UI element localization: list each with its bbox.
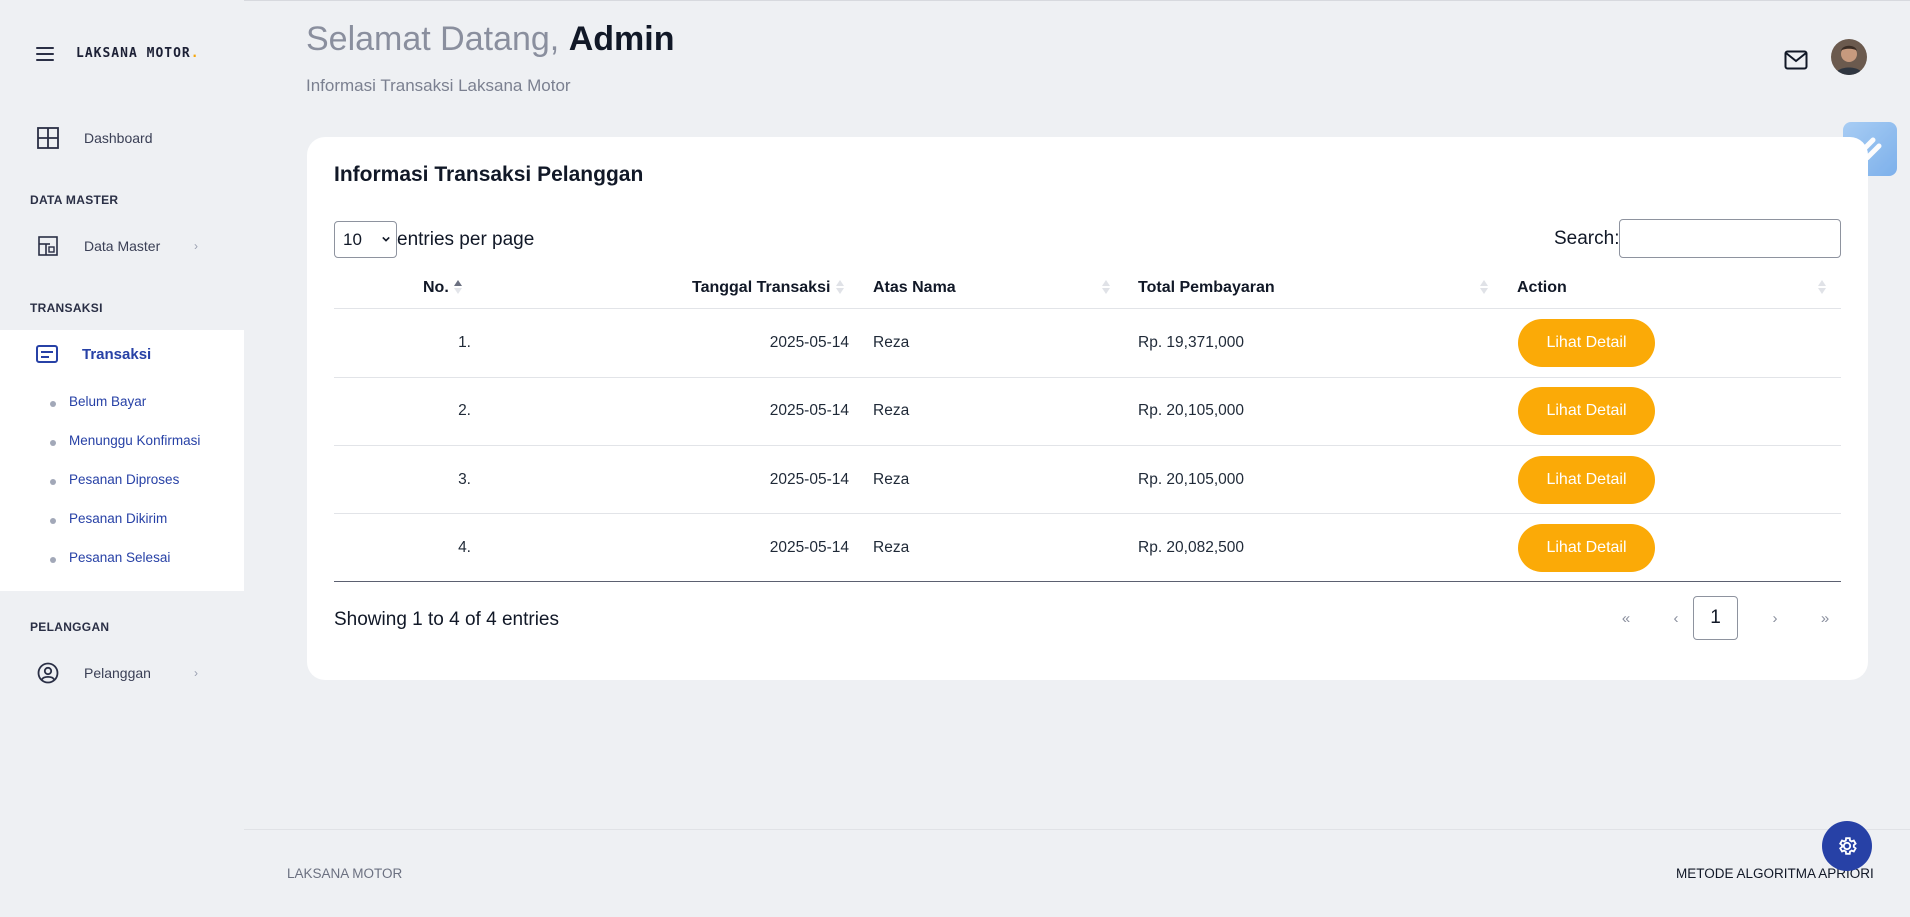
page-greeting: Selamat Datang, Admin	[306, 20, 675, 59]
bullet-icon	[50, 440, 56, 446]
brand-row: LAKSANA MOTOR.	[36, 46, 200, 61]
chevron-down-icon	[382, 236, 390, 242]
section-title-transaksi: TRANSAKSI	[30, 301, 103, 315]
greeting-user: Admin	[568, 20, 675, 58]
section-title-data-master: DATA MASTER	[30, 193, 119, 207]
submenu-label: Belum Bayar	[69, 394, 147, 409]
sidebar-item-label: Dashboard	[84, 130, 153, 146]
cell-name: Reza	[873, 402, 910, 419]
top-edge	[0, 0, 1910, 1]
sidebar-item-data-master[interactable]: Data Master ›	[36, 234, 198, 258]
pager-first-button[interactable]: «	[1611, 596, 1641, 640]
cell-no: 1.	[458, 334, 471, 351]
chevron-right-icon: ›	[194, 666, 198, 680]
page-subtitle: Informasi Transaksi Laksana Motor	[306, 76, 571, 95]
avatar[interactable]	[1831, 39, 1867, 75]
submenu-item-belum-bayar[interactable]: Belum Bayar	[50, 392, 200, 431]
footer-divider	[244, 829, 1910, 830]
search-label: Search:	[1554, 228, 1620, 249]
bullet-icon	[50, 557, 56, 563]
row-divider	[334, 377, 1841, 378]
cell-total: Rp. 20,105,000	[1138, 402, 1245, 419]
sidebar: LAKSANA MOTOR. Dashboard DATA MASTER Dat…	[0, 0, 244, 917]
cell-no: 2.	[458, 402, 471, 419]
card-title: Informasi Transaksi Pelanggan	[334, 163, 644, 186]
header-divider	[334, 308, 1841, 309]
submenu-label: Pesanan Diproses	[69, 472, 180, 487]
gear-icon	[1839, 837, 1857, 855]
submenu-label: Pesanan Selesai	[69, 550, 171, 565]
sidebar-item-label: Pelanggan	[84, 665, 151, 681]
pager-current-page[interactable]: 1	[1693, 596, 1738, 640]
sidebar-item-pelanggan[interactable]: Pelanggan ›	[36, 661, 198, 685]
pager-next-button[interactable]: ›	[1760, 596, 1790, 640]
submenu-item-pesanan-diproses[interactable]: Pesanan Diproses	[50, 470, 200, 509]
sidebar-item-label: Transaksi	[82, 345, 152, 363]
lihat-detail-button[interactable]: Lihat Detail	[1518, 524, 1655, 572]
layout-icon	[36, 234, 60, 258]
lihat-detail-button[interactable]: Lihat Detail	[1518, 387, 1655, 435]
hamburger-menu-icon[interactable]	[36, 46, 54, 61]
cell-name: Reza	[873, 471, 910, 488]
submenu-item-menunggu-konfirmasi[interactable]: Menunggu Konfirmasi	[50, 431, 200, 470]
settings-gear-button[interactable]	[1822, 821, 1872, 871]
cell-date: 2025-05-14	[769, 539, 849, 556]
cell-date: 2025-05-14	[769, 402, 849, 419]
footer-brand: LAKSANA MOTOR	[287, 866, 403, 881]
document-list-icon	[36, 345, 58, 363]
column-header-tanggal[interactable]: Tanggal Transaksi	[692, 279, 830, 297]
entries-per-page-select[interactable]: 10	[334, 221, 397, 258]
cell-total: Rp. 19,371,000	[1138, 334, 1245, 351]
user-circle-icon	[36, 661, 60, 685]
greeting-text: Selamat Datang,	[306, 20, 560, 58]
sort-icon[interactable]	[1479, 278, 1489, 296]
cell-name: Reza	[873, 334, 910, 351]
transactions-card: Informasi Transaksi Pelanggan 10 entries…	[307, 137, 1868, 680]
brand-dot: .	[190, 46, 200, 61]
cell-total: Rp. 20,082,500	[1138, 539, 1245, 556]
cell-total: Rp. 20,105,000	[1138, 471, 1245, 488]
column-header-total[interactable]: Total Pembayaran	[1138, 279, 1275, 297]
column-header-action[interactable]: Action	[1517, 279, 1567, 297]
chevron-right-icon: ›	[194, 239, 198, 253]
cell-name: Reza	[873, 539, 910, 556]
showing-entries-info: Showing 1 to 4 of 4 entries	[334, 609, 559, 630]
cell-no: 4.	[458, 539, 471, 556]
submenu-label: Pesanan Dikirim	[69, 511, 168, 526]
entries-value: 10	[343, 229, 362, 249]
section-title-pelanggan: PELANGGAN	[30, 620, 110, 634]
sort-icon[interactable]	[1101, 278, 1111, 296]
row-divider	[334, 513, 1841, 514]
column-header-no[interactable]: No.	[423, 279, 449, 297]
bullet-icon	[50, 479, 56, 485]
bullet-icon	[50, 401, 56, 407]
lihat-detail-button[interactable]: Lihat Detail	[1518, 319, 1655, 367]
sidebar-item-label: Data Master	[84, 238, 161, 254]
sort-icon[interactable]	[835, 278, 845, 296]
brand-name: LAKSANA MOTOR	[76, 46, 191, 61]
search-input[interactable]	[1619, 219, 1841, 258]
cell-date: 2025-05-14	[769, 471, 849, 488]
sidebar-item-transaksi[interactable]: Transaksi	[0, 330, 244, 378]
sidebar-item-dashboard[interactable]: Dashboard	[36, 126, 153, 150]
submenu-item-pesanan-dikirim[interactable]: Pesanan Dikirim	[50, 509, 200, 548]
column-header-atas-nama[interactable]: Atas Nama	[873, 279, 956, 297]
sort-asc-icon[interactable]	[453, 278, 463, 296]
pager-last-button[interactable]: »	[1810, 596, 1840, 640]
mail-icon[interactable]	[1784, 50, 1808, 70]
dashboard-grid-icon	[36, 126, 60, 150]
submenu-item-pesanan-selesai[interactable]: Pesanan Selesai	[50, 548, 200, 587]
transaksi-submenu: Belum Bayar Menunggu Konfirmasi Pesanan …	[50, 392, 200, 587]
entries-label: entries per page	[397, 229, 535, 250]
row-divider	[334, 445, 1841, 446]
sort-icon[interactable]	[1817, 278, 1827, 296]
lihat-detail-button[interactable]: Lihat Detail	[1518, 456, 1655, 504]
submenu-label: Menunggu Konfirmasi	[69, 433, 201, 448]
cell-no: 3.	[458, 471, 471, 488]
pager-prev-button[interactable]: ‹	[1661, 596, 1691, 640]
bullet-icon	[50, 518, 56, 524]
brand-logo[interactable]: LAKSANA MOTOR.	[76, 46, 200, 61]
cell-date: 2025-05-14	[769, 334, 849, 351]
table-bottom-divider	[334, 581, 1841, 582]
